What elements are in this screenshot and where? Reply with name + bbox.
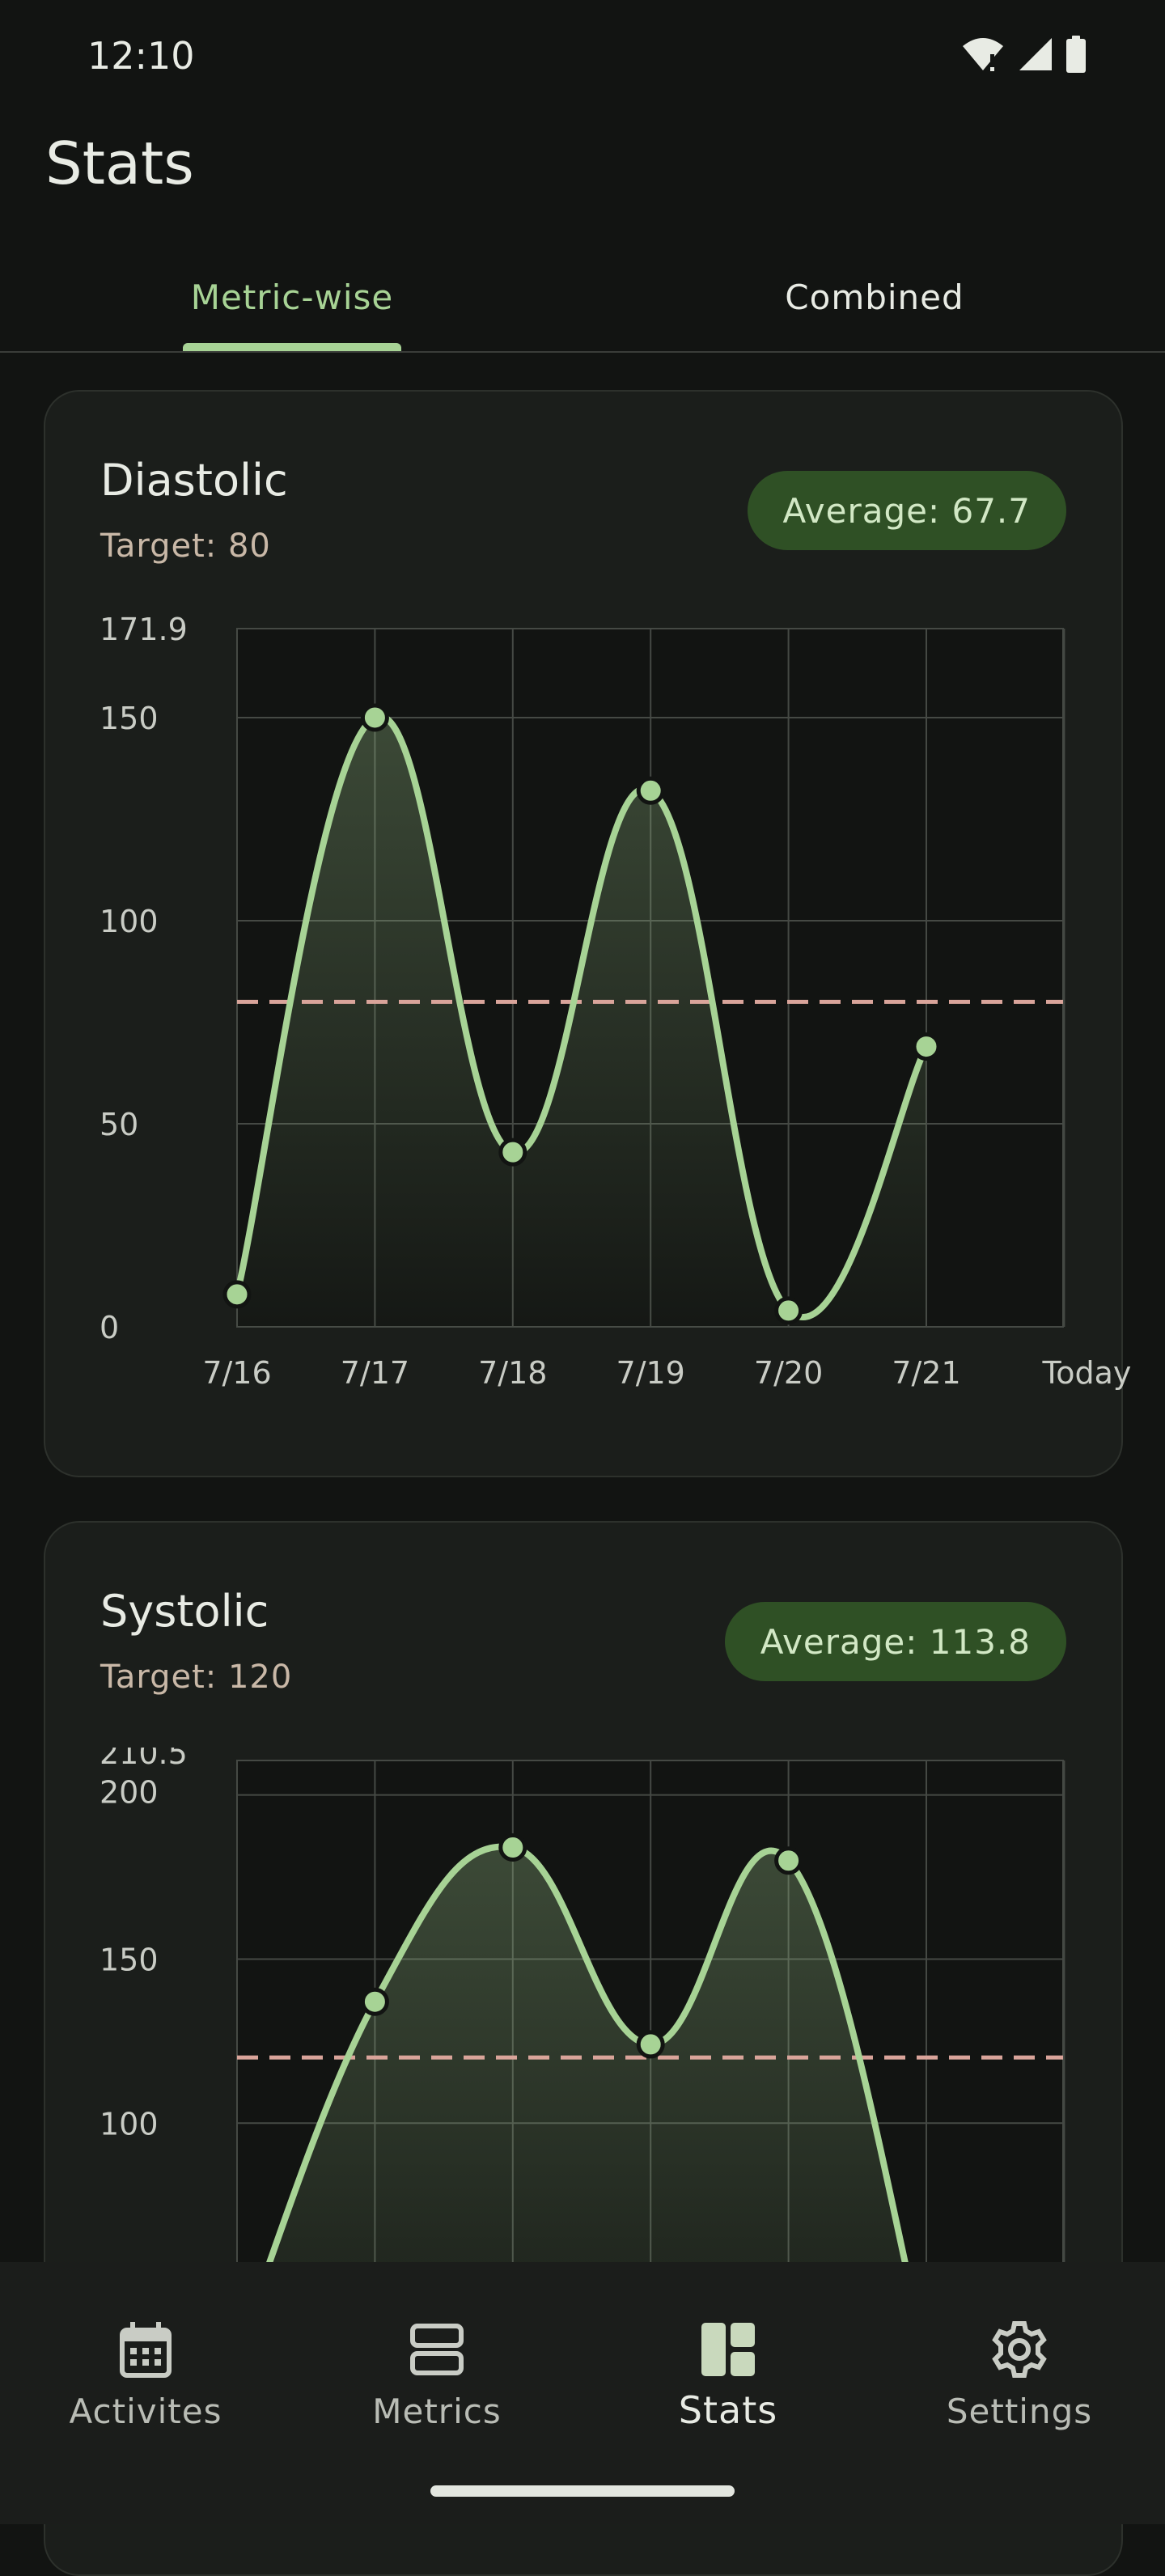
charts-layer: 171.9 150 100 50 0 7/16 7/17 7/18 7/19 7/20 7/21 To…: [100, 612, 1131, 2262]
y-tick-label: 150: [100, 701, 159, 736]
y-tick-label: 0: [100, 1310, 119, 1345]
data-point: [498, 1833, 527, 1862]
data-point: [360, 703, 389, 732]
y-tick-label: 200: [100, 1775, 159, 1811]
x-tick-label: 7/19: [616, 1355, 685, 1391]
diastolic-chart: 171.9 150 100 50 0 7/16 7/17 7/18 7/19 7/20 7/21 To…: [100, 612, 1131, 1391]
data-point: [498, 1138, 527, 1167]
y-tick-label: 150: [100, 1942, 159, 1977]
x-tick-label: 7/17: [341, 1355, 409, 1391]
y-tick-label: 210.5: [100, 1735, 188, 1771]
home-indicator: [430, 2485, 735, 2497]
y-tick-label: 100: [100, 904, 159, 939]
nav-settings[interactable]: Settings: [874, 2262, 1165, 2472]
metrics-icon: [405, 2317, 469, 2382]
x-tick-label: 7/16: [202, 1355, 271, 1391]
gear-icon: [987, 2317, 1052, 2382]
y-tick-label: 171.9: [100, 612, 188, 647]
nav-label: Stats: [678, 2388, 778, 2432]
x-tick-label: 7/21: [892, 1355, 960, 1391]
x-tick-label: 7/18: [478, 1355, 547, 1391]
x-tick-label: 7/20: [754, 1355, 823, 1391]
data-point: [360, 1987, 389, 2016]
y-tick-label: 100: [100, 2106, 159, 2142]
nav-label: Settings: [946, 2392, 1093, 2431]
data-point: [636, 776, 665, 805]
x-tick-label: Today: [1041, 1355, 1131, 1391]
data-point: [774, 1846, 803, 1875]
data-point: [636, 2030, 665, 2059]
data-point: [912, 1032, 941, 1061]
nav-label: Metrics: [372, 2392, 502, 2431]
nav-metrics[interactable]: Metrics: [291, 2262, 582, 2472]
stats-icon: [696, 2317, 760, 2382]
data-point: [222, 1280, 252, 1309]
calendar-icon: [113, 2317, 178, 2382]
nav-stats[interactable]: Stats: [582, 2262, 874, 2472]
y-tick-label: 50: [100, 1107, 138, 1142]
nav-label: Activites: [69, 2392, 222, 2431]
nav-activities[interactable]: Activites: [0, 2262, 291, 2472]
data-point: [774, 1296, 803, 1325]
systolic-chart: 210.52001501007/167/177/187/197/207/21To…: [100, 1735, 1065, 2262]
